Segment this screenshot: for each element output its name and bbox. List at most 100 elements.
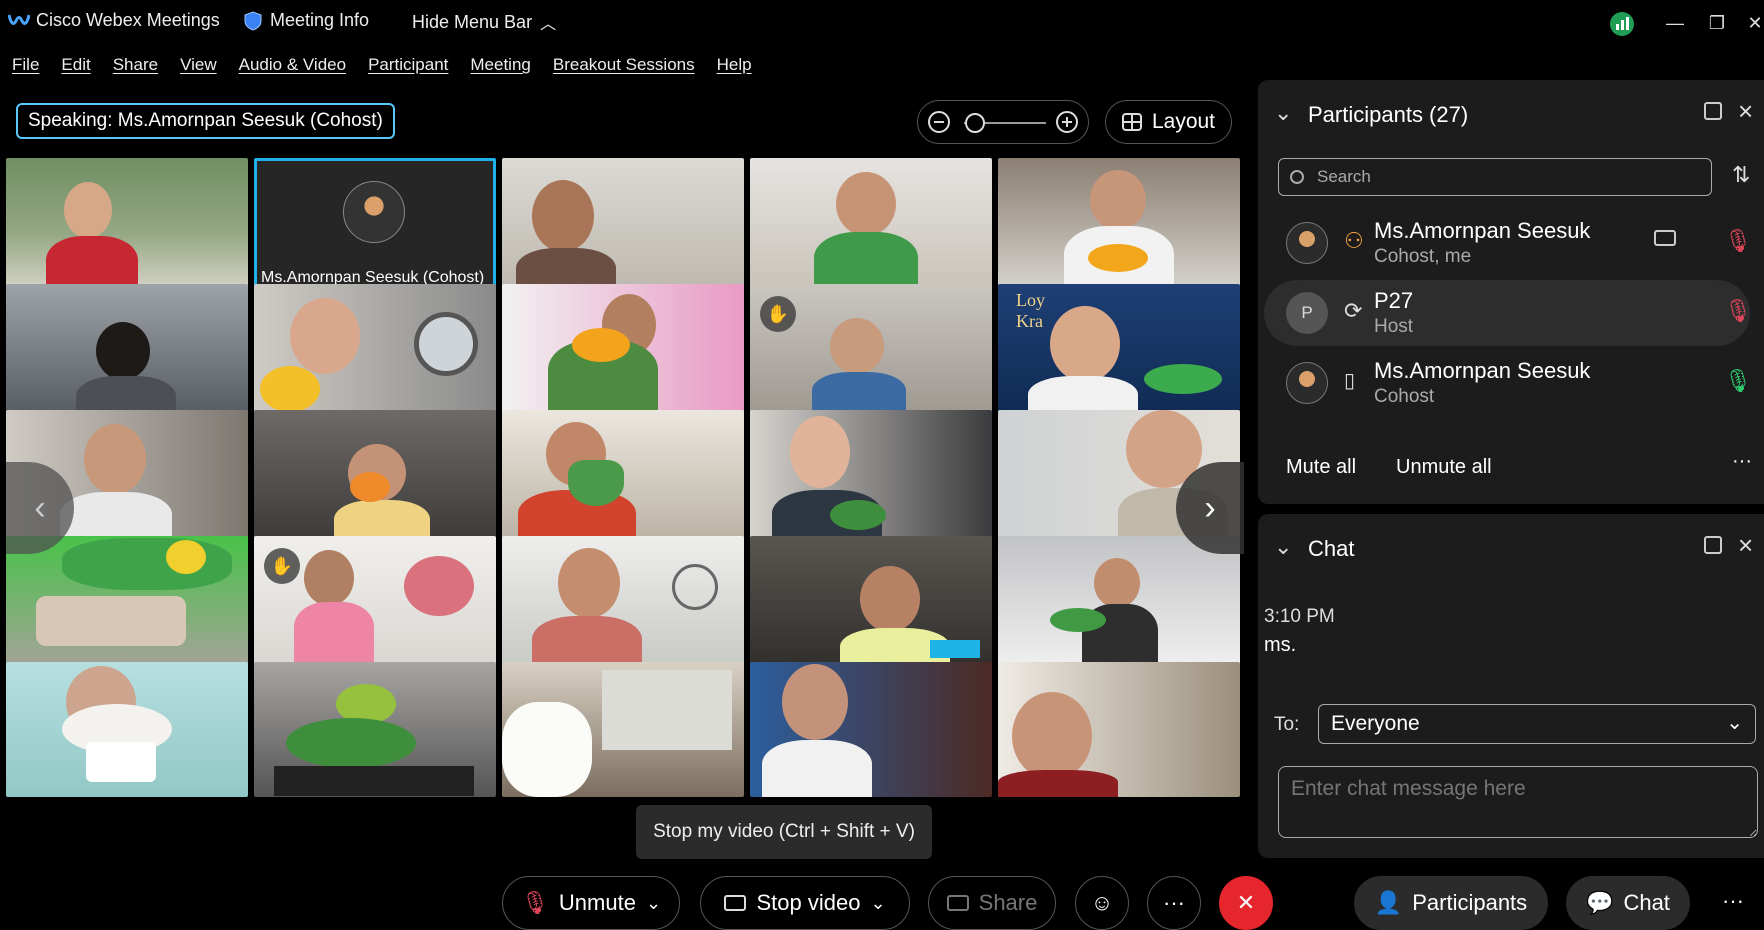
- video-tile[interactable]: [6, 536, 248, 671]
- share-label: Share: [978, 890, 1038, 915]
- video-grid: Ms.Amornpan Seesuk (Cohost) ✋ Loy Kra ✋: [6, 158, 1248, 861]
- participant-row[interactable]: ⚇ Ms.Amornpan Seesuk Cohost, me 🎙: [1264, 210, 1752, 276]
- menu-breakout-sessions[interactable]: Breakout Sessions: [553, 48, 695, 82]
- network-status-icon[interactable]: [1610, 12, 1634, 36]
- close-chat-icon[interactable]: ×: [1738, 530, 1753, 561]
- layout-label: Layout: [1151, 110, 1216, 133]
- chevron-down-icon: ⌄: [870, 892, 886, 913]
- menu-file[interactable]: File: [12, 48, 39, 82]
- popout-chat-icon[interactable]: [1704, 536, 1722, 554]
- toolbar-overflow-button[interactable]: ···: [1722, 888, 1744, 914]
- chevron-down-icon: ⌄: [1726, 712, 1743, 734]
- unmute-all-button[interactable]: Unmute all: [1396, 456, 1492, 479]
- mic-muted-icon: 🎙: [520, 890, 549, 915]
- cohost-icon: ⚇: [1344, 228, 1364, 253]
- menu-share[interactable]: Share: [113, 48, 158, 82]
- participant-name: P27: [1374, 288, 1414, 313]
- video-tile[interactable]: [254, 662, 496, 797]
- video-tile[interactable]: [502, 536, 744, 671]
- zoom-in-icon[interactable]: [1056, 111, 1078, 133]
- avatar: [1286, 222, 1328, 264]
- menu-audio-video[interactable]: Audio & Video: [239, 48, 346, 82]
- chat-to-label: To:: [1274, 714, 1300, 735]
- video-tile[interactable]: [6, 284, 248, 419]
- chevron-up-icon: ︿: [540, 16, 557, 33]
- layout-button[interactable]: Layout: [1105, 100, 1232, 144]
- unmute-button[interactable]: 🎙 Unmute ⌄: [502, 876, 680, 930]
- mic-muted-icon[interactable]: 🎙: [1724, 228, 1752, 254]
- participants-more-button[interactable]: ···: [1732, 450, 1752, 473]
- menu-bar: File Edit Share View Audio & Video Participan…: [0, 48, 762, 82]
- video-tile[interactable]: Loy Kra: [998, 284, 1240, 419]
- video-tile[interactable]: [254, 284, 496, 419]
- video-tile[interactable]: [998, 158, 1240, 293]
- tooltip: Stop my video (Ctrl + Shift + V): [636, 805, 932, 859]
- video-tile[interactable]: ✋: [750, 284, 992, 419]
- stop-video-button[interactable]: Stop video ⌄: [700, 876, 910, 930]
- zoom-out-icon[interactable]: [928, 111, 950, 133]
- zoom-slider-thumb[interactable]: [965, 113, 985, 133]
- close-icon: ✕: [1236, 890, 1256, 915]
- raise-hand-icon: ✋: [264, 548, 300, 584]
- participant-role: Cohost, me: [1374, 246, 1472, 267]
- participant-search-input[interactable]: Search: [1278, 158, 1712, 196]
- mic-muted-icon[interactable]: 🎙: [1724, 298, 1752, 324]
- participant-row-host[interactable]: P ⟳ P27 Host 🎙: [1264, 280, 1752, 346]
- close-participants-icon[interactable]: ×: [1738, 96, 1753, 127]
- chat-recipient-value: Everyone: [1331, 712, 1420, 735]
- sort-icon[interactable]: ⇅: [1732, 162, 1750, 188]
- active-speaker-tile[interactable]: Ms.Amornpan Seesuk (Cohost): [254, 158, 496, 293]
- share-button[interactable]: Share: [928, 876, 1056, 930]
- video-tile[interactable]: [750, 158, 992, 293]
- participants-title: Participants (27): [1308, 102, 1469, 127]
- mobile-device-icon: ▯: [1344, 370, 1356, 392]
- end-meeting-button[interactable]: ✕: [1219, 876, 1273, 930]
- video-tile[interactable]: [502, 284, 744, 419]
- video-tile[interactable]: [6, 158, 248, 293]
- chat-recipient-select[interactable]: Everyone ⌄: [1318, 704, 1756, 744]
- menu-participant[interactable]: Participant: [368, 48, 448, 82]
- close-window-button[interactable]: ✕: [1740, 8, 1764, 38]
- video-tile[interactable]: [502, 158, 744, 293]
- video-tile[interactable]: [998, 662, 1240, 797]
- title-bar: Cisco Webex Meetings Meeting Info Hide M…: [0, 0, 1764, 48]
- tile-background-text: Loy Kra: [1016, 290, 1045, 331]
- meeting-info-button[interactable]: Meeting Info: [244, 10, 369, 31]
- participant-row[interactable]: ▯ Ms.Amornpan Seesuk Cohost 🎙: [1264, 350, 1752, 416]
- chevron-right-icon: ›: [1204, 489, 1216, 527]
- chat-message-input[interactable]: [1278, 766, 1758, 838]
- reactions-icon[interactable]: ☺: [1075, 876, 1129, 930]
- collapse-chat-chevron-icon[interactable]: ⌄: [1274, 534, 1292, 560]
- speaking-name: Ms.Amornpan Seesuk (Cohost): [117, 110, 383, 131]
- mute-all-button[interactable]: Mute all: [1286, 456, 1356, 479]
- video-tile[interactable]: ✋: [254, 536, 496, 671]
- video-tile[interactable]: [254, 410, 496, 545]
- minimize-button[interactable]: —: [1660, 8, 1690, 38]
- video-tile[interactable]: [502, 410, 744, 545]
- participants-label: Participants: [1412, 890, 1528, 915]
- participant-role: Host: [1374, 316, 1414, 337]
- menu-meeting[interactable]: Meeting: [470, 48, 530, 82]
- menu-help[interactable]: Help: [717, 48, 752, 82]
- collapse-participants-chevron-icon[interactable]: ⌄: [1274, 100, 1292, 126]
- menu-edit[interactable]: Edit: [61, 48, 90, 82]
- video-tile[interactable]: [998, 536, 1240, 671]
- video-tile[interactable]: [502, 662, 744, 797]
- chat-toggle-button[interactable]: 💬 Chat: [1566, 876, 1690, 930]
- chevron-down-icon: ⌄: [645, 892, 662, 913]
- menu-view[interactable]: View: [180, 48, 217, 82]
- layout-grid-icon: [1121, 113, 1142, 131]
- restore-button[interactable]: ❐: [1702, 8, 1732, 38]
- popout-participants-icon[interactable]: [1704, 102, 1722, 120]
- meeting-info-label: Meeting Info: [270, 10, 370, 30]
- hide-menu-bar-button[interactable]: Hide Menu Bar ︿: [412, 10, 556, 34]
- video-tile[interactable]: [750, 536, 992, 671]
- mic-on-icon[interactable]: 🎙: [1724, 368, 1752, 394]
- speaking-indicator: Speaking: Ms.Amornpan Seesuk (Cohost): [16, 103, 395, 139]
- more-options-button[interactable]: ···: [1147, 876, 1201, 930]
- video-tile[interactable]: [750, 410, 992, 545]
- participants-toggle-button[interactable]: 👤 Participants: [1354, 876, 1548, 930]
- webex-logo-icon: [8, 14, 30, 25]
- video-tile[interactable]: [750, 662, 992, 797]
- video-tile[interactable]: [6, 662, 248, 797]
